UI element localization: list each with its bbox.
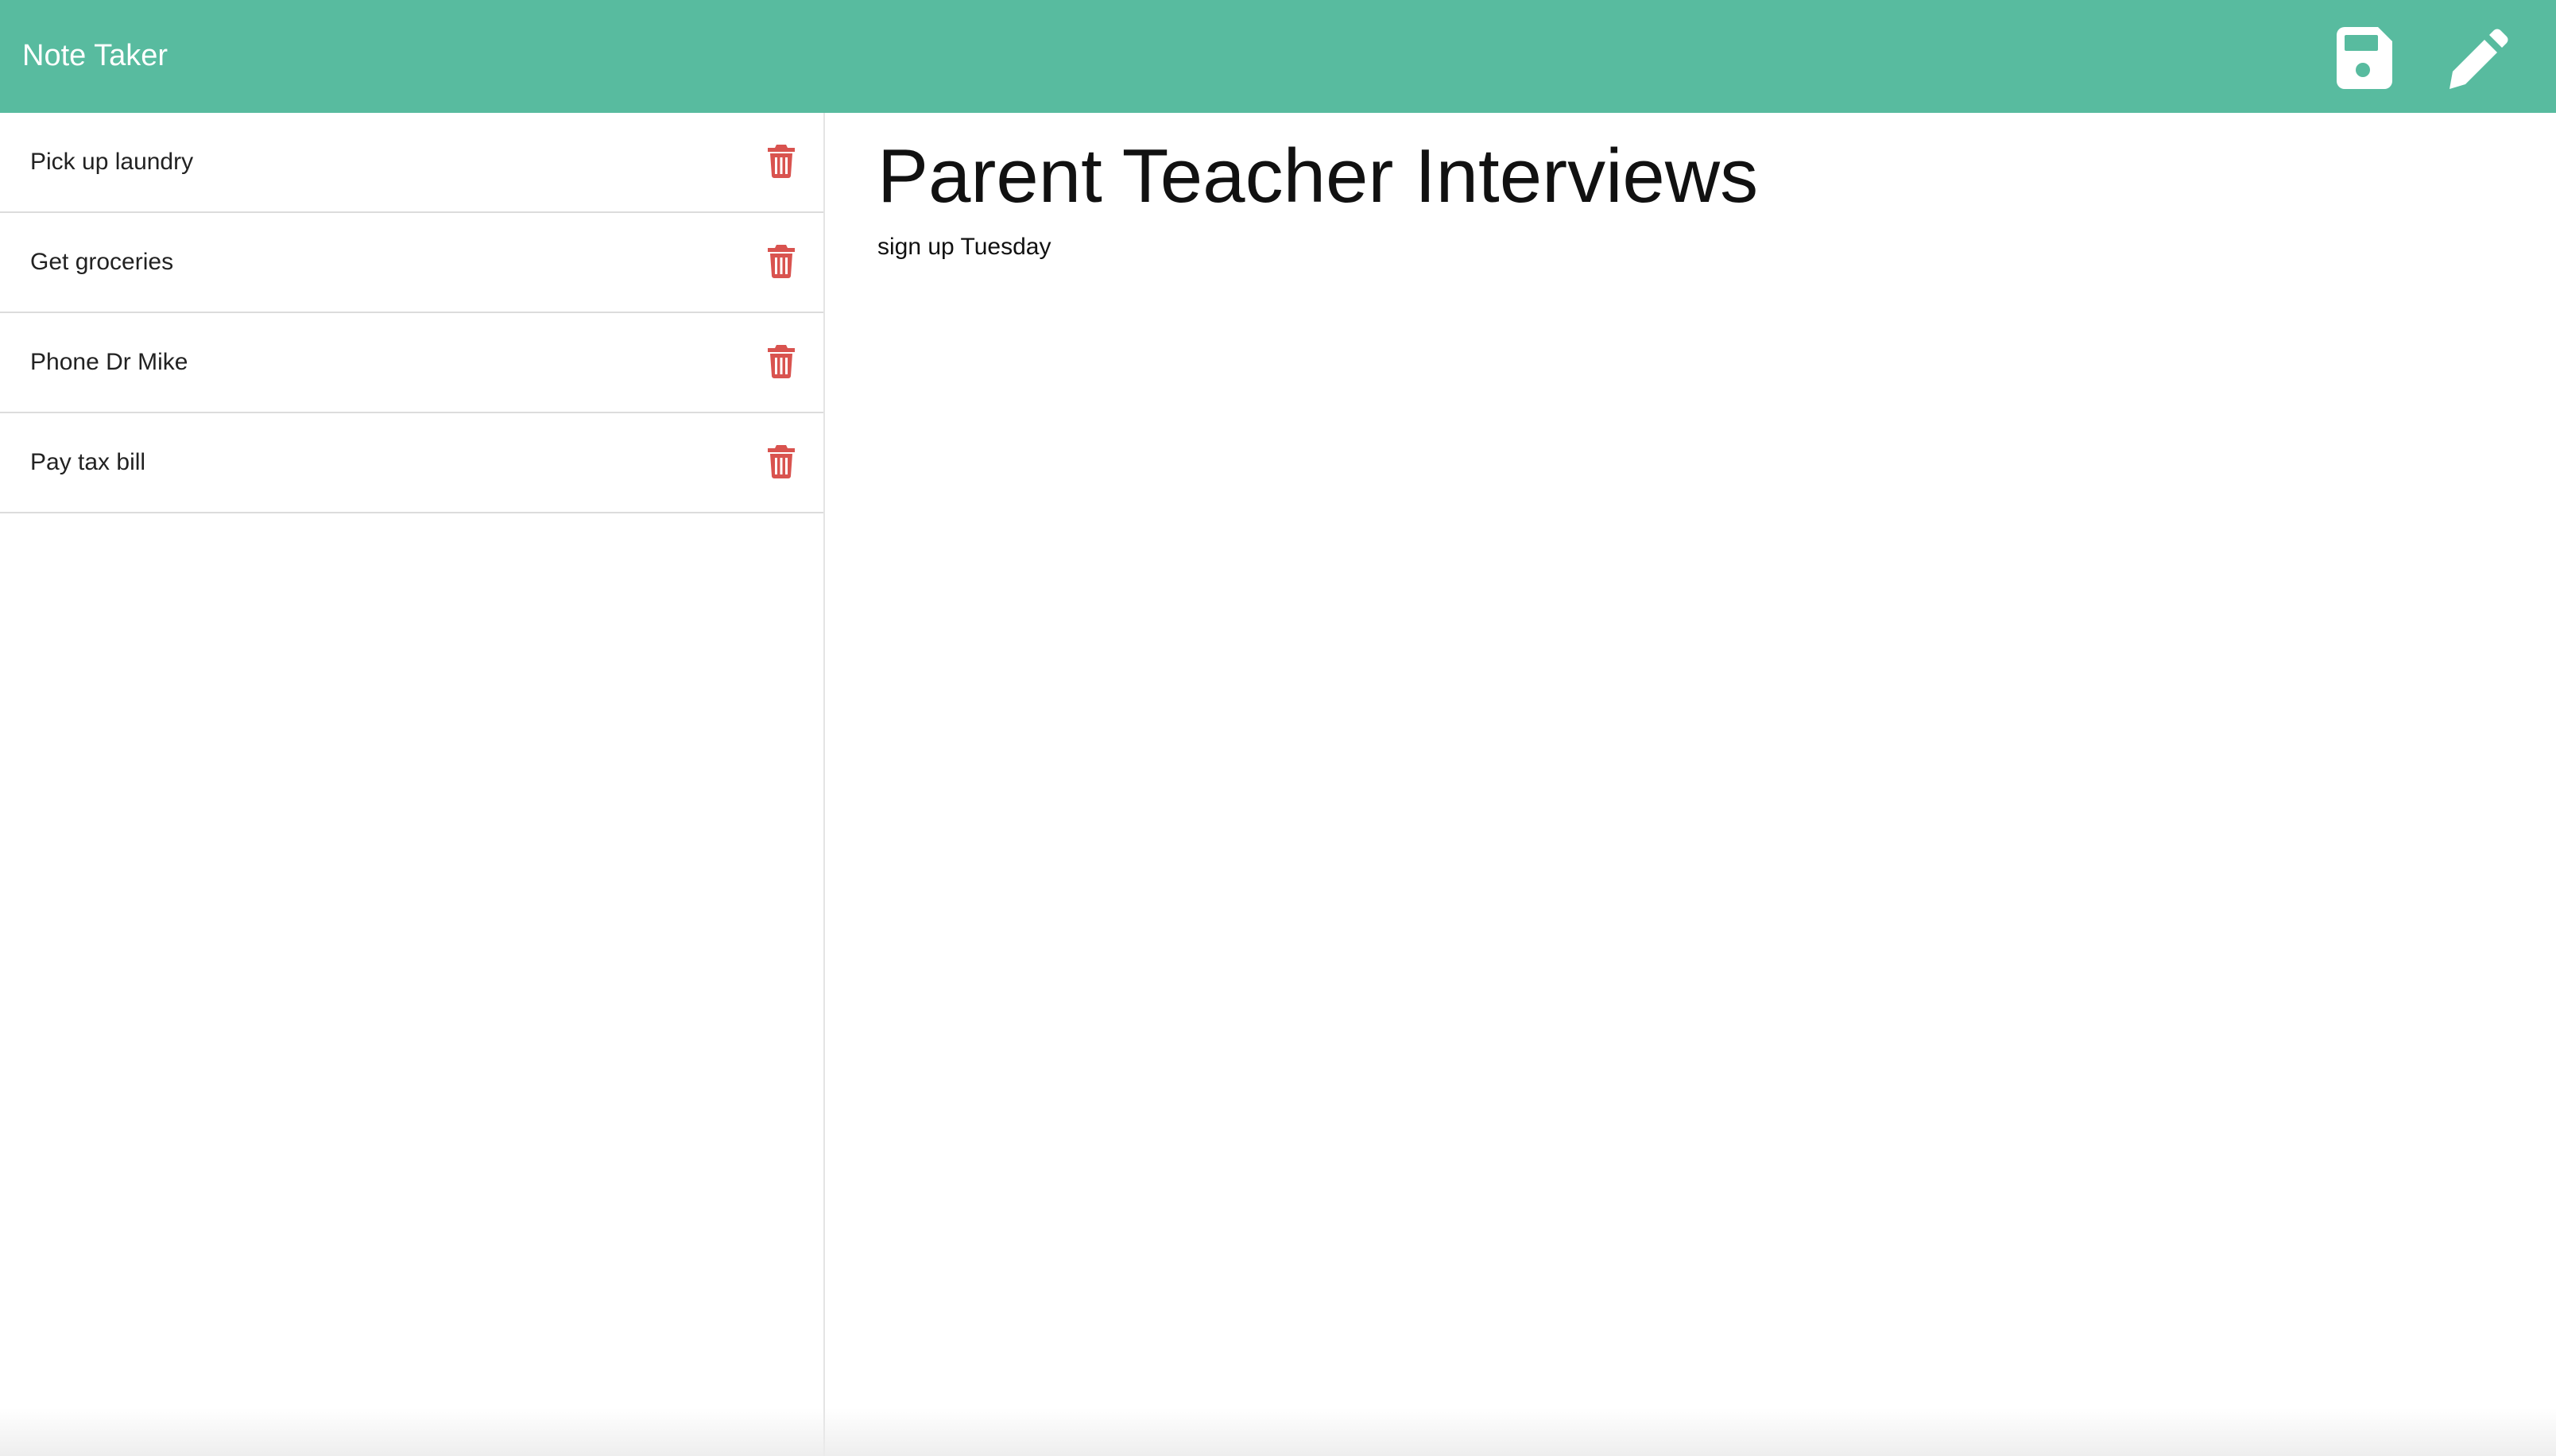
trash-icon[interactable]	[768, 345, 795, 378]
note-text-area[interactable]: sign up Tuesday	[877, 234, 2515, 1410]
note-title-input[interactable]	[877, 129, 2515, 224]
trash-icon[interactable]	[768, 445, 795, 478]
note-editor: sign up Tuesday	[825, 113, 2556, 1456]
save-icon	[2337, 27, 2392, 89]
notes-list: Pick up laundry Get groceries Phone Dr M…	[0, 113, 825, 1456]
navbar: Note Taker	[0, 0, 2556, 113]
save-note-button[interactable]	[2329, 22, 2400, 94]
note-list-item[interactable]: Phone Dr Mike	[0, 313, 823, 413]
new-note-button[interactable]	[2440, 22, 2511, 94]
note-item-label: Phone Dr Mike	[30, 349, 188, 375]
app-title[interactable]: Note Taker	[22, 32, 168, 79]
note-list-item[interactable]: Get groceries	[0, 213, 823, 313]
note-item-label: Pick up laundry	[30, 149, 194, 175]
trash-icon[interactable]	[768, 145, 795, 178]
pencil-icon	[2450, 29, 2508, 89]
note-list-item[interactable]: Pick up laundry	[0, 113, 823, 213]
note-item-label: Get groceries	[30, 249, 174, 275]
note-list-item[interactable]: Pay tax bill	[0, 413, 823, 513]
trash-icon[interactable]	[768, 245, 795, 278]
note-item-label: Pay tax bill	[30, 449, 146, 475]
